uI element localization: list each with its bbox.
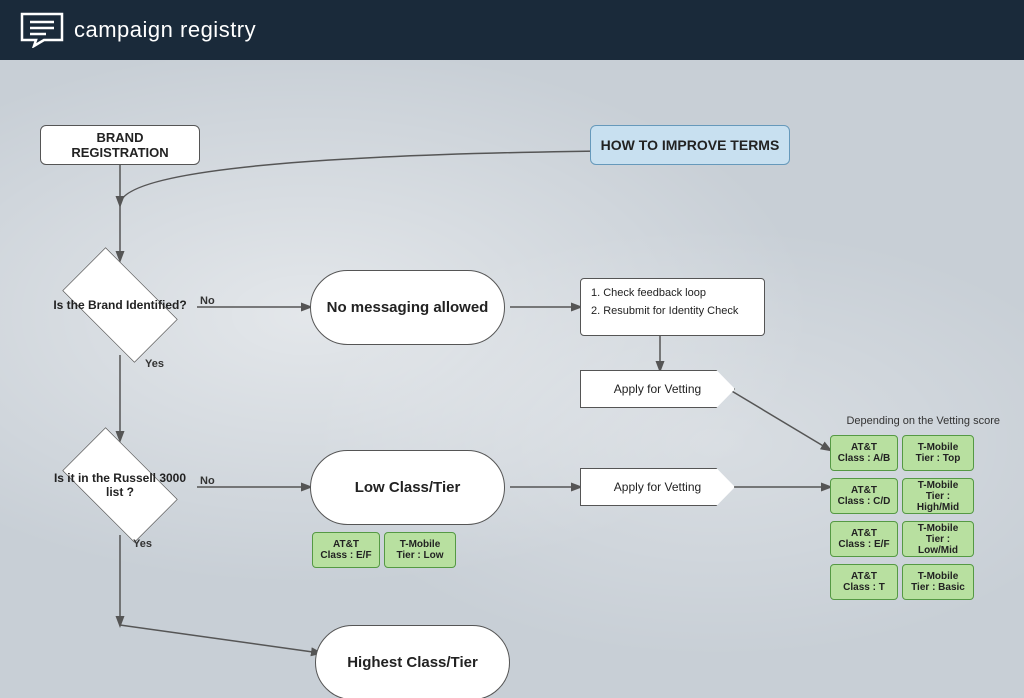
logo-icon xyxy=(20,12,64,48)
info-line1: 1. Check feedback loop xyxy=(591,285,754,303)
vetting-ef-att-badge: AT&T Class : E/F xyxy=(830,521,898,557)
low-badges-row: AT&T Class : E/F T-Mobile Tier : Low xyxy=(312,532,456,568)
diamond2-yes-label: Yes xyxy=(133,538,152,550)
diamond2: Is it in the Russell 3000 list ? xyxy=(45,440,195,530)
vetting-t-row: AT&T Class : T T-Mobile Tier : Basic xyxy=(830,564,974,600)
vetting-score-label: Depending on the Vetting score xyxy=(820,415,1000,427)
diamond1: Is the Brand Identified? xyxy=(45,260,195,350)
vetting-ef-tmobile-badge: T-Mobile Tier : Low/Mid xyxy=(902,521,974,557)
low-tmobile-badge: T-Mobile Tier : Low xyxy=(384,532,456,568)
apply-vetting2-box: Apply for Vetting xyxy=(580,468,735,506)
vetting-ab-tmobile-badge: T-Mobile Tier : Top xyxy=(902,435,974,471)
header: campaign registry xyxy=(0,0,1024,60)
vetting-cd-tmobile-badge: T-Mobile Tier : High/Mid xyxy=(902,478,974,514)
vetting-ef-row: AT&T Class : E/F T-Mobile Tier : Low/Mid xyxy=(830,521,974,557)
low-class-box: Low Class/Tier xyxy=(310,450,505,525)
vetting-ab-row: AT&T Class : A/B T-Mobile Tier : Top xyxy=(830,435,974,471)
vetting-cd-att-badge: AT&T Class : C/D xyxy=(830,478,898,514)
highest-class-box: Highest Class/Tier xyxy=(315,625,510,698)
apply-vetting1-box: Apply for Vetting xyxy=(580,370,735,408)
info-box: 1. Check feedback loop 2. Resubmit for I… xyxy=(580,278,765,336)
diamond1-no-label: No xyxy=(200,295,215,307)
logo-text: campaign registry xyxy=(74,17,256,43)
vetting-t-att-badge: AT&T Class : T xyxy=(830,564,898,600)
low-att-badge: AT&T Class : E/F xyxy=(312,532,380,568)
how-to-improve-box: HOW TO IMPROVE TERMS xyxy=(590,125,790,165)
vetting-t-tmobile-badge: T-Mobile Tier : Basic xyxy=(902,564,974,600)
diamond2-no-label: No xyxy=(200,475,215,487)
info-line2: 2. Resubmit for Identity Check xyxy=(591,303,754,321)
main-content: BRAND REGISTRATION HOW TO IMPROVE TERMS … xyxy=(0,60,1024,698)
diamond1-yes-label: Yes xyxy=(145,358,164,370)
brand-registration-box: BRAND REGISTRATION xyxy=(40,125,200,165)
vetting-cd-row: AT&T Class : C/D T-Mobile Tier : High/Mi… xyxy=(830,478,974,514)
no-messaging-box: No messaging allowed xyxy=(310,270,505,345)
vetting-ab-att-badge: AT&T Class : A/B xyxy=(830,435,898,471)
